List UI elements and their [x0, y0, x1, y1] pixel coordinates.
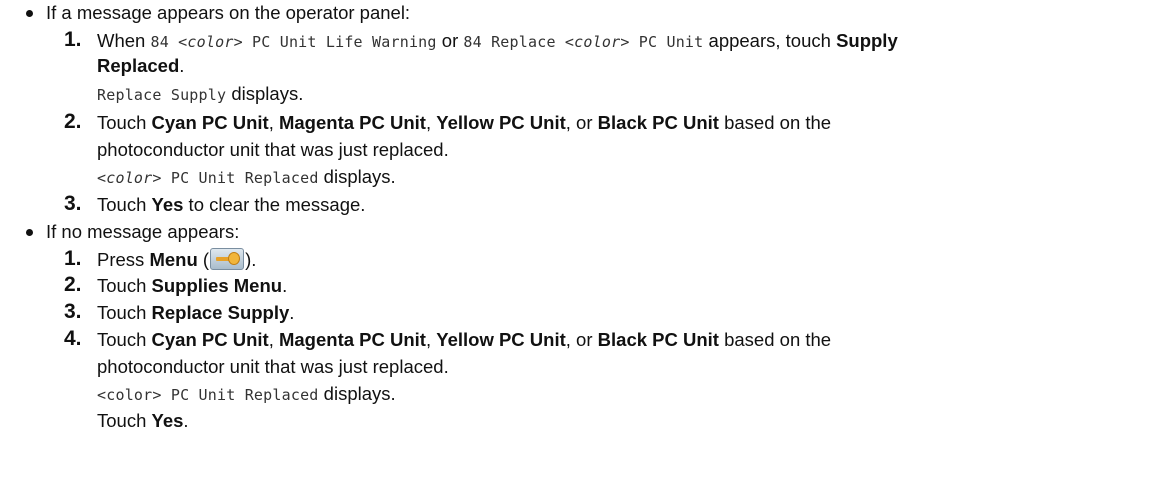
step-result: <color> PC Unit Replaced displays.	[97, 166, 396, 187]
step-text: Touch Supplies Menu.	[97, 275, 288, 296]
step-text: Press Menu ().	[97, 248, 257, 270]
step-text-cont: Replaced.	[97, 55, 185, 76]
step-number: 3.	[64, 300, 82, 323]
step-text: Touch Cyan PC Unit, Magenta PC Unit, Yel…	[97, 112, 832, 133]
step-text-cont: photoconductor unit that was just replac…	[97, 139, 449, 160]
step-number: 4.	[64, 327, 82, 350]
step-text-cont: photoconductor unit that was just replac…	[97, 356, 449, 377]
step-number: 1.	[64, 28, 82, 51]
step-result: <color> PC Unit Replaced displays.	[97, 383, 396, 404]
bullet-icon	[26, 229, 33, 236]
key-menu-icon	[210, 248, 245, 270]
step-text: Touch Yes to clear the message.	[97, 194, 366, 215]
bullet-text: If no message appears:	[46, 221, 240, 242]
bullet-icon	[26, 10, 33, 17]
step-text: Touch Cyan PC Unit, Magenta PC Unit, Yel…	[97, 329, 832, 350]
step-final: Touch Yes.	[97, 410, 189, 431]
bullet-text: If a message appears on the operator pan…	[46, 2, 411, 23]
step-text: Touch Replace Supply.	[97, 302, 295, 323]
step-number: 2.	[64, 273, 82, 296]
step-text: When 84 <color> PC Unit Life Warning or …	[97, 30, 898, 51]
step-result: Replace Supply displays.	[97, 83, 304, 104]
step-number: 2.	[64, 110, 82, 133]
step-number: 1.	[64, 247, 82, 270]
step-number: 3.	[64, 192, 82, 215]
